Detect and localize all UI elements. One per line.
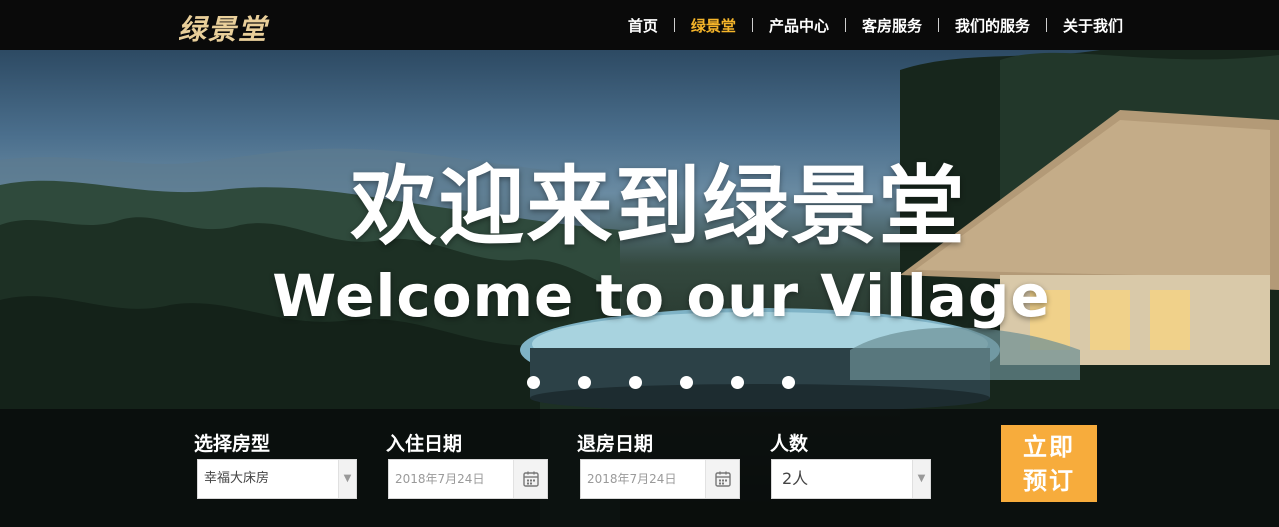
carousel-dot[interactable]	[680, 376, 693, 389]
nav-item-lvjingtang[interactable]: 绿景堂	[675, 15, 752, 36]
site-logo[interactable]: 绿景堂	[178, 8, 268, 48]
nav-item-products[interactable]: 产品中心	[753, 15, 845, 36]
book-now-button[interactable]: 立即 预订	[1001, 425, 1097, 502]
book-now-line1: 立即	[1023, 433, 1075, 461]
checkin-label: 入住日期	[386, 433, 463, 455]
room-type-value: 幸福大床房	[204, 471, 270, 486]
room-type-select[interactable]: 幸福大床房 ▼	[197, 459, 357, 499]
dropdown-arrow-icon: ▼	[338, 460, 356, 498]
booking-bar: 选择房型 幸福大床房 ▼ 入住日期 2018年7月24日 退房日期 2018年7…	[0, 409, 1279, 527]
nav-item-about-us[interactable]: 关于我们	[1047, 15, 1139, 36]
book-now-line2: 预订	[1023, 467, 1075, 495]
main-nav: 首页 绿景堂 产品中心 客房服务 我们的服务 关于我们	[612, 0, 1139, 50]
carousel-dot[interactable]	[782, 376, 795, 389]
checkout-date-value: 2018年7月24日	[587, 472, 677, 486]
checkout-date-input[interactable]: 2018年7月24日	[580, 459, 740, 499]
hero-subtitle: Welcome to our Village	[272, 262, 1051, 330]
checkin-date-value: 2018年7月24日	[395, 472, 485, 486]
calendar-icon[interactable]	[513, 460, 547, 498]
carousel-pagination	[527, 376, 795, 389]
carousel-dot[interactable]	[731, 376, 744, 389]
room-type-label: 选择房型	[194, 433, 271, 455]
nav-item-room-service[interactable]: 客房服务	[846, 15, 938, 36]
checkin-date-input[interactable]: 2018年7月24日	[388, 459, 548, 499]
carousel-dot[interactable]	[578, 376, 591, 389]
nav-item-our-services[interactable]: 我们的服务	[939, 15, 1046, 36]
guests-value: 2人	[782, 469, 809, 488]
guests-label: 人数	[770, 433, 809, 455]
hero-title: 欢迎来到绿景堂	[350, 157, 967, 257]
dropdown-arrow-icon: ▼	[912, 460, 930, 498]
guests-select[interactable]: 2人 ▼	[771, 459, 931, 499]
carousel-dot[interactable]	[527, 376, 540, 389]
checkout-label: 退房日期	[577, 433, 654, 455]
calendar-icon[interactable]	[705, 460, 739, 498]
carousel-dot[interactable]	[629, 376, 642, 389]
nav-item-home[interactable]: 首页	[612, 15, 674, 36]
top-navigation-bar: 绿景堂 首页 绿景堂 产品中心 客房服务 我们的服务 关于我们	[0, 0, 1279, 50]
